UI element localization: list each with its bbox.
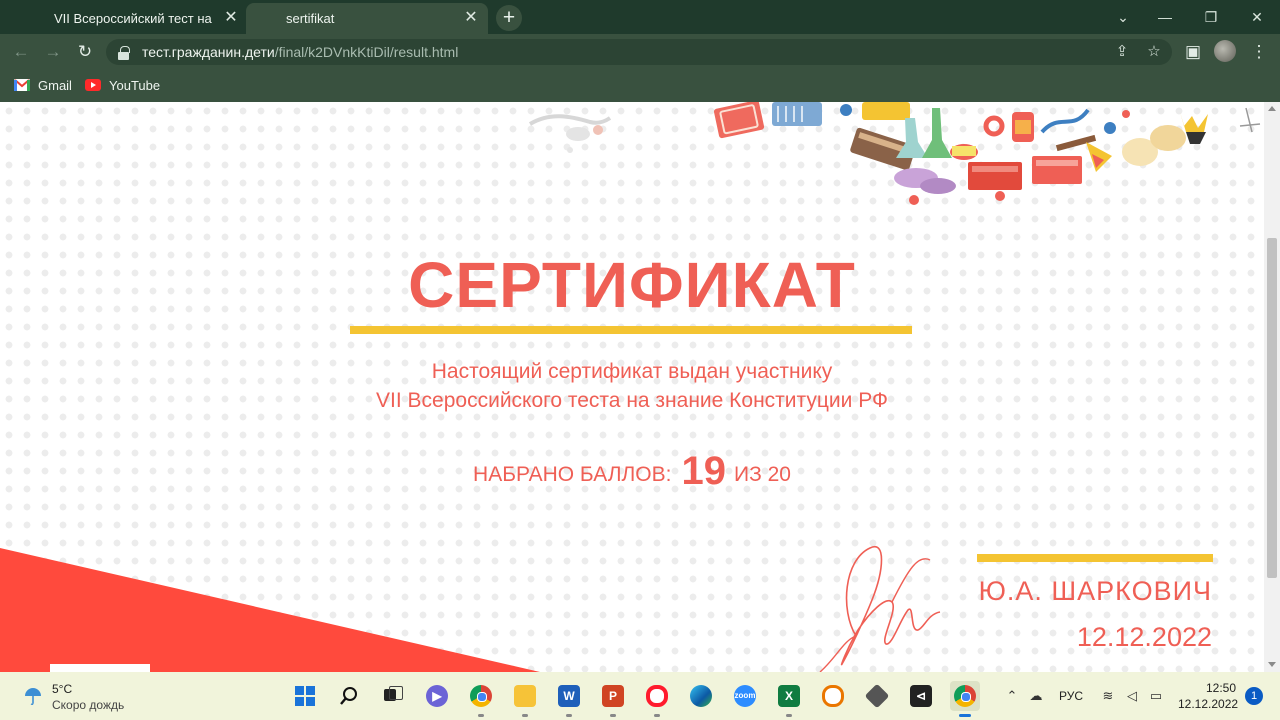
signer-name: Ю.А. ШАРКОВИЧ: [978, 576, 1212, 606]
close-icon[interactable]: ✕: [462, 9, 480, 27]
minimize-button[interactable]: —: [1154, 6, 1176, 28]
magnifier-icon: [340, 687, 357, 705]
onedrive-icon[interactable]: ☁: [1028, 688, 1044, 704]
blender-icon[interactable]: [818, 681, 848, 711]
file-explorer-icon[interactable]: [510, 681, 540, 717]
reload-icon[interactable]: ↻: [74, 41, 96, 63]
url-path: /final/k2DVnkKtiDil/result.html: [274, 44, 459, 60]
search-icon[interactable]: [334, 681, 364, 711]
windows-start-icon[interactable]: [290, 681, 320, 711]
issued-text-line1: Настоящий сертификат выдан участнику: [431, 360, 833, 383]
bookmarks-bar: Gmail YouTube: [0, 70, 1280, 102]
edge-icon[interactable]: [686, 681, 716, 711]
powerpoint-icon[interactable]: P: [598, 681, 628, 717]
weather-rain-icon[interactable]: [22, 684, 44, 706]
address-bar[interactable]: тест.гражданин.дети/final/k2DVnkKtiDil/r…: [106, 39, 1172, 65]
avatar[interactable]: [1214, 40, 1236, 62]
corner-decoration: [0, 548, 540, 672]
tab-sertifikat[interactable]: sertifikat ✕: [246, 3, 488, 34]
windows-taskbar: 5°C Скоро дождь ▶ W P zoom X ⊲ ⌃ ☁ РУС ≋…: [0, 672, 1280, 720]
tab-title: VII Всероссийский тест на знание Констит…: [54, 11, 214, 26]
gmail-icon: [14, 79, 30, 91]
window-close-button[interactable]: ✕: [1246, 6, 1268, 28]
score-line: НАБРАНО БАЛЛОВ: 19 ИЗ 20: [0, 446, 1264, 493]
chat-icon[interactable]: ▶: [422, 681, 452, 711]
lock-icon[interactable]: [118, 46, 130, 60]
forward-icon[interactable]: →: [42, 41, 64, 63]
weather-temperature: 5°C: [52, 682, 73, 696]
opera-icon[interactable]: [642, 681, 672, 717]
scroll-up-icon[interactable]: [1268, 106, 1276, 111]
chrome-icon[interactable]: [466, 681, 496, 717]
score-value: 19: [681, 449, 726, 493]
unity-icon[interactable]: [862, 681, 892, 711]
menu-icon[interactable]: ⋮: [1248, 41, 1270, 63]
tab-constitution-test[interactable]: VII Всероссийский тест на знание Констит…: [14, 3, 246, 34]
windows-logo-icon: [295, 686, 315, 706]
certificate-title: СЕРТИФИКАТ: [408, 249, 856, 321]
clock-date[interactable]: 12.12.2022: [1178, 697, 1238, 711]
decorative-pattern: [528, 114, 612, 153]
scroll-thumb[interactable]: [1267, 238, 1277, 578]
share-icon[interactable]: ⇪: [1113, 43, 1131, 61]
weather-description: Скоро дождь: [52, 698, 125, 712]
certificate-page: СЕРТИФИКАТ Настоящий сертификат выдан уч…: [0, 102, 1264, 672]
restore-button[interactable]: ❐: [1200, 6, 1222, 28]
scroll-down-icon[interactable]: [1268, 662, 1276, 667]
close-icon[interactable]: ✕: [222, 9, 240, 27]
back-icon[interactable]: ←: [10, 41, 32, 63]
battery-icon[interactable]: ▭: [1148, 688, 1164, 704]
zoom-icon[interactable]: zoom: [730, 681, 760, 711]
task-view-icon[interactable]: [378, 681, 408, 711]
browser-toolbar: ← → ↻ тест.гражданин.дети/final/k2DVnkKt…: [0, 34, 1280, 70]
volume-icon[interactable]: ◁: [1124, 688, 1140, 704]
score-max: ИЗ 20: [733, 463, 791, 486]
bookmark-star-icon[interactable]: ☆: [1145, 43, 1163, 61]
youtube-icon: [85, 79, 101, 91]
signature-line: [977, 554, 1213, 562]
score-label: НАБРАНО БАЛЛОВ:: [473, 463, 672, 486]
bookmark-label: Gmail: [38, 78, 72, 93]
chrome-active-icon[interactable]: [950, 681, 980, 717]
decorative-illustrations: [713, 102, 1261, 205]
url-host: тест.гражданин.дети: [142, 44, 275, 60]
url-text[interactable]: тест.гражданин.дети/final/k2DVnkKtiDil/r…: [142, 44, 458, 60]
excel-icon[interactable]: X: [774, 681, 804, 717]
bookmark-label: YouTube: [109, 78, 161, 93]
certificate-date: 12.12.2022: [1076, 622, 1212, 652]
browser-tab-strip: VII Всероссийский тест на знание Констит…: [0, 0, 1280, 34]
wifi-icon[interactable]: ≋: [1100, 688, 1116, 704]
tab-search-icon[interactable]: ⌄: [1112, 6, 1134, 28]
title-underline: [350, 326, 912, 334]
side-panel-icon[interactable]: ▣: [1182, 41, 1204, 63]
tab-title: sertifikat: [286, 11, 335, 26]
page-scrollbar[interactable]: [1264, 102, 1280, 672]
clock-time[interactable]: 12:50: [1206, 681, 1236, 695]
visual-studio-icon[interactable]: ⊲: [906, 681, 936, 711]
new-tab-button[interactable]: +: [496, 5, 522, 31]
issued-text-line2: VII Всероссийского теста на знание Конст…: [376, 389, 888, 412]
language-indicator[interactable]: РУС: [1059, 689, 1083, 703]
chevron-up-icon[interactable]: ⌃: [1004, 688, 1020, 704]
notification-badge[interactable]: 1: [1245, 687, 1263, 705]
word-icon[interactable]: W: [554, 681, 584, 717]
